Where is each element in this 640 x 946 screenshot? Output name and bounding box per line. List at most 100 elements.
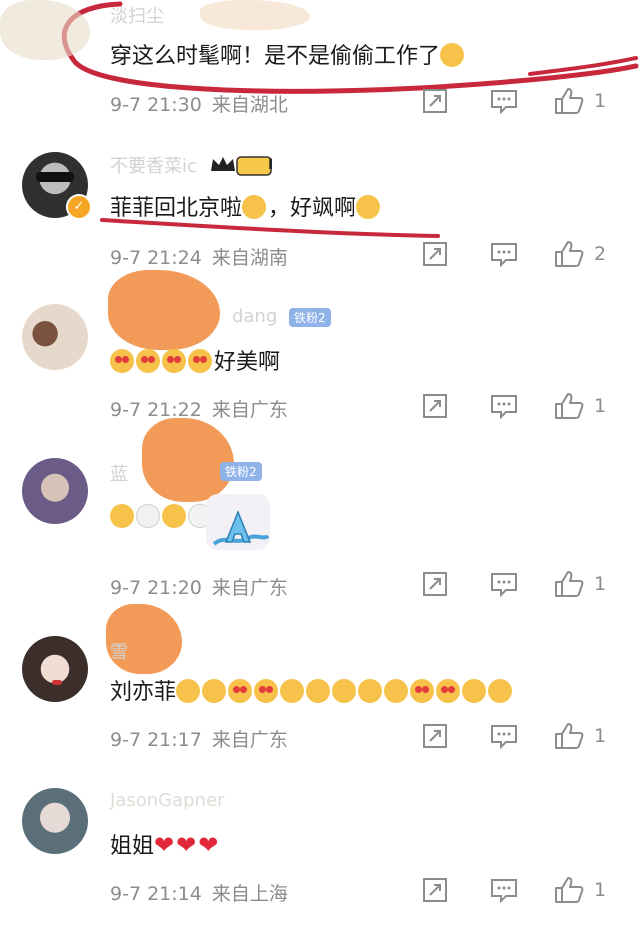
emoji-icon [110,349,134,373]
emoji-icon [162,349,186,373]
name-scribble [200,0,310,30]
like-count: 2 [594,243,607,265]
share-button[interactable] [422,86,448,116]
commenter-name[interactable]: 淡扫尘 [110,2,164,28]
comment-item: JasonGapner 姐姐❤❤❤ 9-7 21:14 来自上海 1 [0,760,640,946]
like-icon [555,241,584,267]
comment-actions: 1 [422,721,622,751]
emoji-icon [136,504,160,528]
like-button[interactable]: 1 [554,391,606,421]
emoji-icon [436,679,461,703]
emoji-icon [384,679,409,703]
emoji-icon [440,43,465,67]
avatar[interactable] [22,636,88,702]
like-icon [555,393,584,419]
crown-badge-icon [209,153,275,182]
comment-location: 来自广东 [211,399,288,421]
comment-icon [491,395,517,419]
comment-text: 好美啊 [110,344,280,376]
emoji-icon [410,679,435,703]
like-count: 1 [594,879,607,901]
like-icon [555,723,584,749]
comment-meta: 9-7 21:22 来自广东 [110,395,288,422]
emoji-icon [162,504,186,528]
like-icon [555,877,584,903]
emoji-icon [358,679,383,703]
emoji-icon [332,679,357,703]
heart-icon: ❤ [176,831,197,859]
commenter-name[interactable]: 不要香菜ic [110,152,275,182]
comment-time: 9-7 21:30 [110,94,202,116]
avatar[interactable] [22,458,88,524]
comment-icon [491,725,517,749]
comment-location: 来自广东 [211,729,288,751]
emoji-icon [228,679,253,703]
comment-actions: 1 [422,569,622,599]
share-icon [423,724,447,748]
like-button[interactable]: 1 [554,569,606,599]
comment-icon [491,879,517,903]
comment-meta: 9-7 21:17 来自广东 [110,725,288,752]
emoji-icon [356,195,381,219]
emoji-icon [110,504,134,528]
comment-location: 来自上海 [211,883,288,905]
commenter-name[interactable]: dang 铁粉2 [232,306,331,327]
share-icon [423,242,447,266]
reply-button[interactable] [490,875,518,905]
share-icon [423,394,447,418]
comment-text: 菲菲回北京啦 ，好飒啊 [110,190,382,222]
reply-button[interactable] [490,721,518,751]
comment-actions: 2 [422,239,622,269]
commenter-name[interactable]: 雪 [110,638,128,664]
emoji-icon [242,195,267,219]
sticker-image [206,494,270,550]
emoji-icon [176,679,201,703]
emoji-icon [188,349,212,373]
like-button[interactable]: 2 [554,239,606,269]
reply-button[interactable] [490,239,518,269]
reply-button[interactable] [490,391,518,421]
emoji-icon [488,679,513,703]
heart-icon: ❤ [198,831,219,859]
like-button[interactable]: 1 [554,86,606,116]
comment-time: 9-7 21:24 [110,247,202,269]
like-count: 1 [594,395,607,417]
share-icon [423,572,447,596]
comment-icon [491,90,517,114]
comment-location: 来自湖北 [211,94,288,116]
share-button[interactable] [422,721,448,751]
comment-icon [491,573,517,597]
comment-text: 刘亦菲 [110,674,514,706]
comment-time: 9-7 21:17 [110,729,202,751]
share-button[interactable] [422,569,448,599]
comment-text: 穿这么时髦啊！是不是偷偷工作了 [110,38,466,70]
comment-time: 9-7 21:20 [110,577,202,599]
name-scribble [108,270,220,350]
fan-badge: 铁粉2 [220,462,262,481]
comment-actions: 1 [422,86,622,116]
commenter-name[interactable]: 蓝 [110,460,128,486]
comment-text [110,504,214,530]
emoji-icon [136,349,160,373]
name-scribble [0,0,90,60]
comment-actions: 1 [422,391,622,421]
like-button[interactable]: 1 [554,721,606,751]
commenter-name[interactable]: JasonGapner [110,790,224,811]
emoji-icon [254,679,279,703]
comment-time: 9-7 21:14 [110,883,202,905]
share-button[interactable] [422,391,448,421]
share-button[interactable] [422,875,448,905]
reply-button[interactable] [490,569,518,599]
comment-item: 雪 刘亦菲 9-7 21:17 来自广东 1 [0,604,640,760]
comment-item: ✓ 不要香菜ic I 菲菲回北京啦 ，好飒啊 9-7 21:24 来自湖南 2 [0,130,640,280]
share-icon [423,878,447,902]
avatar[interactable] [22,788,88,854]
like-button[interactable]: 1 [554,875,606,905]
comment-text: 姐姐❤❤❤ [110,831,219,859]
comment-item: 蓝 铁粉2 9-7 21:20 来自广东 1 [0,418,640,610]
reply-button[interactable] [490,86,518,116]
avatar[interactable] [22,304,88,370]
share-button[interactable] [422,239,448,269]
fan-badge: 铁粉2 [289,307,331,327]
name-scribble [142,418,234,502]
